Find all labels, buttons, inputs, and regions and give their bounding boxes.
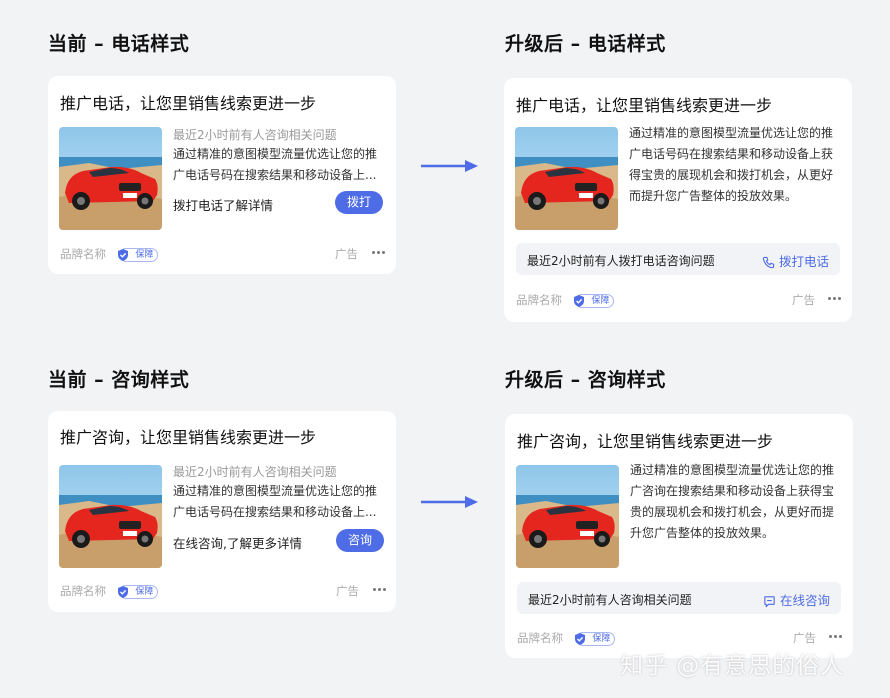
recent-inquiry-text: 最近2小时前有人咨询相关问题	[528, 593, 692, 607]
ad-card-phone-upgraded[interactable]: 推广电话，让您里销售线索更进一步 通过精准的意图模型流量优选让您的推广电话号码在…	[504, 78, 852, 322]
ad-label: 广告	[792, 293, 815, 307]
brand-name: 品牌名称	[60, 247, 106, 261]
card-footer: 品牌名称 保障	[60, 246, 159, 262]
ad-title[interactable]: 推广电话，让您里销售线索更进一步	[60, 90, 316, 114]
more-dots-icon[interactable]	[829, 635, 843, 639]
consult-before-heading: 当前 – 咨询样式	[48, 369, 190, 391]
ad-title[interactable]: 推广电话，让您里销售线索更进一步	[516, 92, 772, 116]
brand-name: 品牌名称	[60, 584, 106, 598]
phone-icon	[762, 256, 775, 269]
ad-card-phone-current[interactable]: 推广电话，让您里销售线索更进一步 最近2小时前有人咨询相关问题 通过精准的意图模…	[48, 76, 396, 274]
ad-label: 广告	[336, 584, 359, 598]
phone-after-heading: 升级后 – 电话样式	[505, 33, 666, 55]
consult-action[interactable]: 在线咨询	[763, 590, 830, 609]
consult-after-heading: 升级后 – 咨询样式	[505, 369, 666, 391]
recent-inquiry-text: 最近2小时前有人咨询相关问题	[173, 465, 337, 479]
watermark: 知乎 @有意思的俗人	[620, 653, 845, 679]
arrow-right-icon	[421, 496, 478, 508]
shield-check-icon	[117, 248, 128, 261]
consult-button[interactable]: 咨询	[336, 529, 384, 552]
chat-icon	[764, 596, 775, 608]
ad-description: 通过精准的意图模型流量优选让您的推广电话号码在搜索结果和移动设备上获得宝贵的展现…	[629, 126, 834, 203]
more-dots-icon[interactable]	[828, 297, 842, 301]
ad-description: 通过精准的意图模型流量优选让您的推广电话号码在搜索结果和移动设备上...	[173, 484, 378, 519]
consult-action-bar[interactable]: 最近2小时前有人咨询相关问题 在线咨询	[517, 582, 841, 614]
ad-card-consult-current[interactable]: 推广咨询，让您里销售线索更进一步 最近2小时前有人咨询相关问题 通过精准的意图模…	[48, 411, 396, 612]
brand-name: 品牌名称	[517, 631, 563, 645]
more-dots-icon[interactable]	[373, 588, 387, 592]
red-car-image	[516, 465, 619, 568]
red-car-image	[515, 127, 618, 230]
brand-name: 品牌名称	[516, 293, 562, 307]
ad-label: 广告	[335, 247, 358, 261]
call-action[interactable]: 拨打电话	[762, 251, 829, 270]
phone-before-heading: 当前 – 电话样式	[48, 33, 190, 55]
ad-label: 广告	[793, 631, 816, 645]
call-action-label: 拨打电话	[779, 254, 830, 269]
shield-check-icon	[573, 294, 584, 307]
card-footer: 品牌名称 保障	[60, 583, 159, 599]
card-footer: 品牌名称 保障	[516, 292, 615, 308]
call-action-bar[interactable]: 最近2小时前有人拨打电话咨询问题 拨打电话	[516, 243, 840, 275]
ad-description: 通过精准的意图模型流量优选让您的推广咨询在搜索结果和移动设备上获得宝贵的展现机会…	[630, 463, 835, 540]
red-car-image	[59, 127, 162, 230]
more-dots-icon[interactable]	[372, 251, 386, 255]
arrow-right-icon	[421, 160, 478, 172]
recent-inquiry-text: 最近2小时前有人咨询相关问题	[173, 128, 337, 142]
recent-call-text: 最近2小时前有人拨打电话咨询问题	[527, 254, 715, 268]
consult-cta-text: 在线咨询,了解更多详情	[173, 536, 302, 551]
shield-check-icon	[117, 585, 128, 598]
ad-title[interactable]: 推广咨询，让您里销售线索更进一步	[60, 424, 316, 448]
red-car-image	[59, 465, 162, 568]
consult-action-label: 在线咨询	[780, 593, 831, 608]
ad-title[interactable]: 推广咨询，让您里销售线索更进一步	[517, 428, 773, 452]
shield-check-icon	[574, 632, 585, 645]
call-button[interactable]: 拨打	[335, 191, 383, 214]
ad-description: 通过精准的意图模型流量优选让您的推广电话号码在搜索结果和移动设备上...	[173, 147, 378, 182]
ad-card-consult-upgraded[interactable]: 推广咨询，让您里销售线索更进一步 通过精准的意图模型流量优选让您的推广咨询在搜索…	[505, 414, 853, 658]
call-cta-text: 拨打电话了解详情	[173, 198, 274, 213]
card-footer: 品牌名称 保障	[517, 630, 616, 646]
